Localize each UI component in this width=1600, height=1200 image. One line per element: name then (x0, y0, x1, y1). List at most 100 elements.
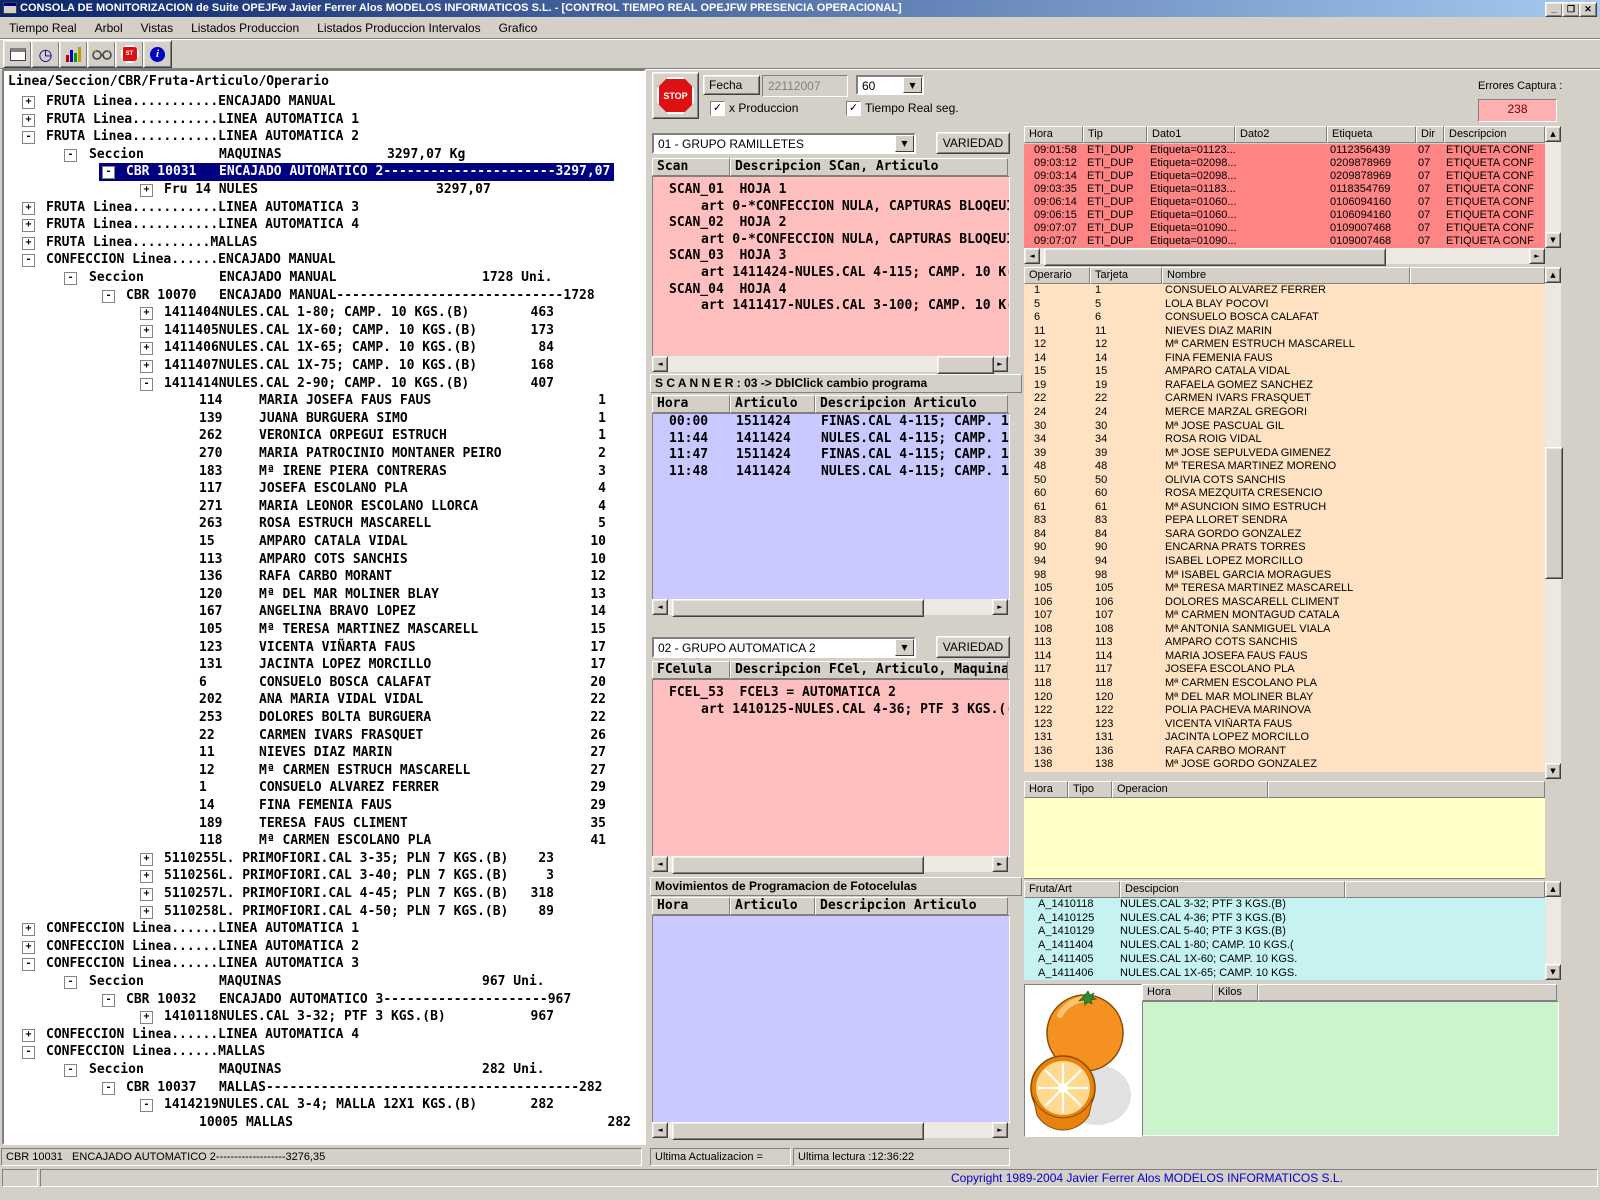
menu-item-listados-produccion[interactable]: Listados Produccion (182, 21, 308, 35)
chart-button[interactable] (59, 40, 88, 68)
table-row[interactable]: A_1411406NULES.CAL 1X-65; CAMP. 10 KGS. (1024, 967, 1545, 981)
expand-icon[interactable]: - (140, 1099, 153, 1112)
scroll-up-icon[interactable]: ▲ (1545, 126, 1561, 142)
tree-row[interactable]: -CBR 10031ENCAJADO AUTOMATICO 2---------… (4, 163, 644, 181)
expand-icon[interactable]: + (140, 853, 153, 866)
tree-row[interactable]: +Fru 14 NULES3297,07 (4, 181, 644, 199)
expand-icon[interactable]: + (140, 307, 153, 320)
column-header[interactable]: Scan (652, 158, 730, 176)
close-button[interactable]: ✕ (1579, 2, 1597, 17)
scroll-down-icon[interactable]: ▼ (1545, 763, 1561, 779)
chevron-down-icon[interactable]: ▼ (903, 77, 922, 93)
table-row[interactable]: 4848Mª TERESA MARTINEZ MORENO (1024, 460, 1545, 474)
column-header[interactable]: Articulo (730, 897, 815, 915)
table-row[interactable]: 09:03:12ETI_DUPEtiqueta=02098...02098789… (1024, 157, 1545, 170)
expand-icon[interactable]: - (64, 272, 77, 285)
column-header[interactable]: Dir (1416, 126, 1444, 143)
table-row[interactable]: A_1410118NULES.CAL 3-32; PTF 3 KGS.(B) (1024, 898, 1545, 912)
table-row[interactable]: 123123VICENTA VIÑARTA FAUS (1024, 718, 1545, 732)
column-header[interactable]: Articulo (730, 395, 815, 413)
horizontal-scrollbar[interactable]: ◄► (652, 856, 1008, 872)
expand-icon[interactable]: - (102, 166, 115, 179)
variedad2-button[interactable]: VARIEDAD (936, 636, 1010, 658)
expand-icon[interactable]: + (140, 1011, 153, 1024)
menu-item-listados-produccion-intervalos[interactable]: Listados Produccion Intervalos (308, 21, 489, 35)
console-button[interactable] (3, 40, 32, 68)
column-header[interactable]: Tipo (1068, 781, 1112, 798)
column-header[interactable] (1410, 267, 1545, 284)
table-row[interactable]: 105105Mª TERESA MARTINEZ MASCARELL (1024, 582, 1545, 596)
column-header[interactable]: Descripcion SCan, Articulo (730, 158, 1008, 176)
chevron-down-icon[interactable]: ▼ (895, 135, 914, 152)
table-row[interactable]: 9494ISABEL LOPEZ MORCILLO (1024, 555, 1545, 569)
table-row[interactable]: 118118Mª CARMEN ESCOLANO PLA (1024, 677, 1545, 691)
tree-row[interactable]: 12Mª CARMEN ESTRUCH MASCARELL27 (4, 762, 644, 780)
tree-row[interactable]: 189TERESA FAUS CLIMENT35 (4, 815, 644, 833)
expand-icon[interactable]: + (140, 325, 153, 338)
table-row[interactable]: 122122POLIA PACHEVA MARINOVA (1024, 704, 1545, 718)
info-button[interactable]: i (143, 40, 172, 68)
table-row[interactable]: 106106DOLORES MASCARELL CLIMENT (1024, 596, 1545, 610)
minimize-button[interactable]: _ (1545, 2, 1563, 17)
vertical-scrollbar[interactable]: ▲▼ (1545, 126, 1561, 248)
scroll-left-icon[interactable]: ◄ (652, 599, 668, 615)
tree-row[interactable]: -SeccionENCAJADO MANUAL1728 Uni. (4, 269, 644, 287)
tree-row[interactable]: 270MARIA PATROCINIO MONTANER PEIRO2 (4, 445, 644, 463)
expand-icon[interactable]: + (22, 1029, 35, 1042)
tree-row[interactable]: 15AMPARO CATALA VIDAL10 (4, 533, 644, 551)
tree-row[interactable]: +1411404NULES.CAL 1-80; CAMP. 10 KGS.(B)… (4, 304, 644, 322)
table-row[interactable]: 55LOLA BLAY POCOVI (1024, 298, 1545, 312)
tree-row[interactable]: 1CONSUELO ALVAREZ FERRER29 (4, 779, 644, 797)
tree-row[interactable]: 11NIEVES DIAZ MARIN27 (4, 744, 644, 762)
tree-row[interactable]: 113AMPARO COTS SANCHIS10 (4, 551, 644, 569)
table-row[interactable]: 09:03:14ETI_DUPEtiqueta=02098...02098789… (1024, 170, 1545, 183)
column-header[interactable]: Operacion (1112, 781, 1268, 798)
table-row[interactable]: 11:471511424FINAS.CAL 4-115; CAMP. 10 (653, 447, 1009, 464)
tree-row[interactable]: +5110258L. PRIMOFIORI.CAL 4-50; PLN 7 KG… (4, 903, 644, 921)
stop-capture-button[interactable]: STOP (652, 72, 699, 119)
tree-row[interactable]: -1414219NULES.CAL 3-4; MALLA 12X1 KGS.(B… (4, 1096, 644, 1114)
interval-select[interactable]: 60 ▼ (856, 75, 924, 95)
tree-row[interactable]: +1411405NULES.CAL 1X-60; CAMP. 10 KGS.(B… (4, 322, 644, 340)
expand-icon[interactable]: + (22, 237, 35, 250)
table-row[interactable]: 66CONSUELO BOSCA CALAFAT (1024, 311, 1545, 325)
scroll-right-icon[interactable]: ► (992, 856, 1008, 872)
tree-row[interactable]: 136RAFA CARBO MORANT12 (4, 568, 644, 586)
column-header[interactable]: Hora (1024, 781, 1068, 798)
scroll-up-icon[interactable]: ▲ (1545, 881, 1561, 897)
tree-row[interactable]: -FRUTA Linea...........LINEA AUTOMATICA … (4, 128, 644, 146)
stop-toolbar-button[interactable]: ST (115, 40, 144, 68)
tree-row[interactable]: 123VICENTA VIÑARTA FAUS17 (4, 639, 644, 657)
expand-icon[interactable]: - (102, 1082, 115, 1095)
tree-row[interactable]: +CONFECCION Linea......LINEA AUTOMATICA … (4, 920, 644, 938)
tree-row[interactable]: -CONFECCION Linea......LINEA AUTOMATICA … (4, 955, 644, 973)
horizontal-scrollbar[interactable]: ◄► (652, 356, 1008, 372)
expand-icon[interactable]: - (22, 1046, 35, 1059)
tree-row[interactable]: 131JACINTA LOPEZ MORCILLO17 (4, 656, 644, 674)
tree-row[interactable]: 262VERONICA ORPEGUI ESTRUCH1 (4, 427, 644, 445)
table-row[interactable]: 1414FINA FEMENIA FAUS (1024, 352, 1545, 366)
expand-icon[interactable]: - (102, 290, 115, 303)
scroll-left-icon[interactable]: ◄ (1024, 248, 1040, 264)
table-row[interactable]: 6060ROSA MEZQUITA CRESENCIO (1024, 487, 1545, 501)
tree-row[interactable]: 139JUANA BURGUERA SIMO1 (4, 410, 644, 428)
tree-row[interactable]: 120Mª DEL MAR MOLINER BLAY13 (4, 586, 644, 604)
scrollbar-thumb[interactable] (937, 356, 994, 374)
tree-row[interactable]: -CONFECCION Linea......ENCAJADO MANUAL (4, 251, 644, 269)
tree-row[interactable]: +CONFECCION Linea......LINEA AUTOMATICA … (4, 1026, 644, 1044)
table-row[interactable]: 11:481411424NULES.CAL 4-115; CAMP. 10 (653, 464, 1009, 481)
table-row[interactable]: 09:06:15ETI_DUPEtiqueta=01060...01060941… (1024, 209, 1545, 222)
table-row[interactable]: 1212Mª CARMEN ESTRUCH MASCARELL (1024, 338, 1545, 352)
table-row[interactable]: 11:441411424NULES.CAL 4-115; CAMP. 10 (653, 431, 1009, 448)
expand-icon[interactable]: + (22, 114, 35, 127)
column-header[interactable]: Hora (652, 395, 730, 413)
table-row[interactable]: 09:06:14ETI_DUPEtiqueta=01060...01060941… (1024, 196, 1545, 209)
tree-row[interactable]: +FRUTA Linea...........LINEA AUTOMATICA … (4, 216, 644, 234)
column-header[interactable] (1345, 881, 1545, 898)
table-row[interactable]: A_1410129NULES.CAL 5-40; PTF 3 KGS.(B) (1024, 925, 1545, 939)
tree-row[interactable]: 10005 MALLAS282 (4, 1114, 644, 1132)
tree-row[interactable]: 14FINA FEMENIA FAUS29 (4, 797, 644, 815)
expand-icon[interactable]: - (140, 378, 153, 391)
expand-icon[interactable]: + (22, 96, 35, 109)
column-header[interactable]: Tip (1083, 126, 1147, 143)
